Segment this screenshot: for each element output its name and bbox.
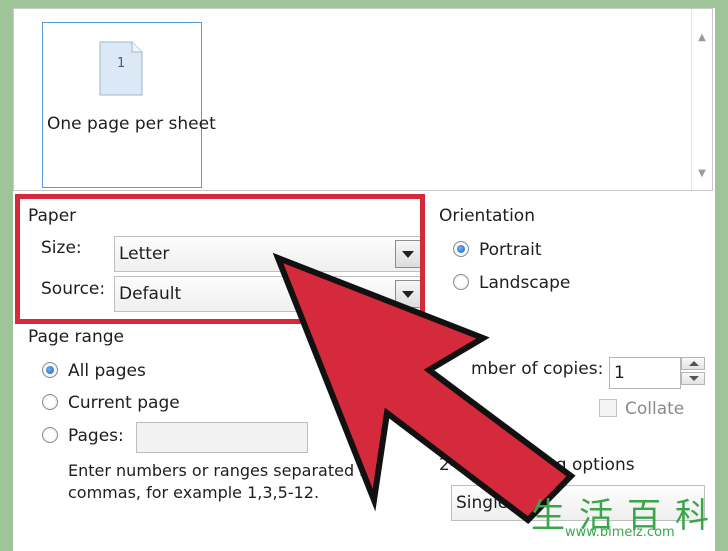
current-page-radio[interactable] [42, 394, 58, 410]
orientation-section-label: Orientation [439, 206, 535, 226]
page-number: 1 [117, 56, 125, 71]
layout-preview-panel: 1 One page per sheet ▲ ▼ [13, 8, 713, 191]
layout-option-label: One page per sheet [47, 114, 216, 134]
scroll-up-icon[interactable]: ▲ [692, 29, 712, 47]
pages-radio[interactable] [42, 427, 58, 443]
layout-scrollbar[interactable]: ▲ ▼ [691, 9, 712, 190]
print-dialog: 1 One page per sheet ▲ ▼ Paper Size: Let… [13, 8, 715, 551]
layout-option-one-page[interactable]: 1 One page per sheet [42, 22, 216, 188]
watermark-url: www.bimeiz.com [565, 525, 675, 540]
two-sided-label-start: 2-side [439, 455, 491, 475]
copies-down-icon[interactable] [681, 372, 705, 385]
portrait-radio[interactable] [453, 241, 469, 257]
pages-input[interactable] [136, 422, 308, 453]
collate-label: Collate [625, 399, 685, 419]
page-range-section-label: Page range [28, 327, 124, 347]
copies-value: 1 [614, 363, 625, 383]
scroll-down-icon[interactable]: ▼ [692, 165, 712, 183]
paper-highlight-box [15, 194, 425, 324]
copies-label: mber of copies: [471, 359, 604, 379]
page-range-hint-line2: commas, for example 1,3,5-12. [68, 483, 320, 502]
two-sided-label-end: ng options [545, 455, 635, 475]
collate-checkbox[interactable] [599, 399, 617, 417]
two-sided-value: Single-sid [456, 493, 539, 513]
page-icon: 1 [99, 41, 143, 96]
page-range-hint-line1: Enter numbers or ranges separated by [68, 461, 379, 480]
landscape-label: Landscape [479, 273, 571, 293]
all-pages-radio[interactable] [42, 362, 58, 378]
copies-input[interactable]: 1 [609, 357, 681, 389]
copies-up-icon[interactable] [681, 357, 705, 370]
landscape-radio[interactable] [453, 274, 469, 290]
all-pages-label: All pages [68, 361, 146, 381]
current-page-label: Current page [68, 393, 180, 413]
portrait-label: Portrait [479, 240, 542, 260]
pages-label: Pages: [68, 426, 124, 446]
